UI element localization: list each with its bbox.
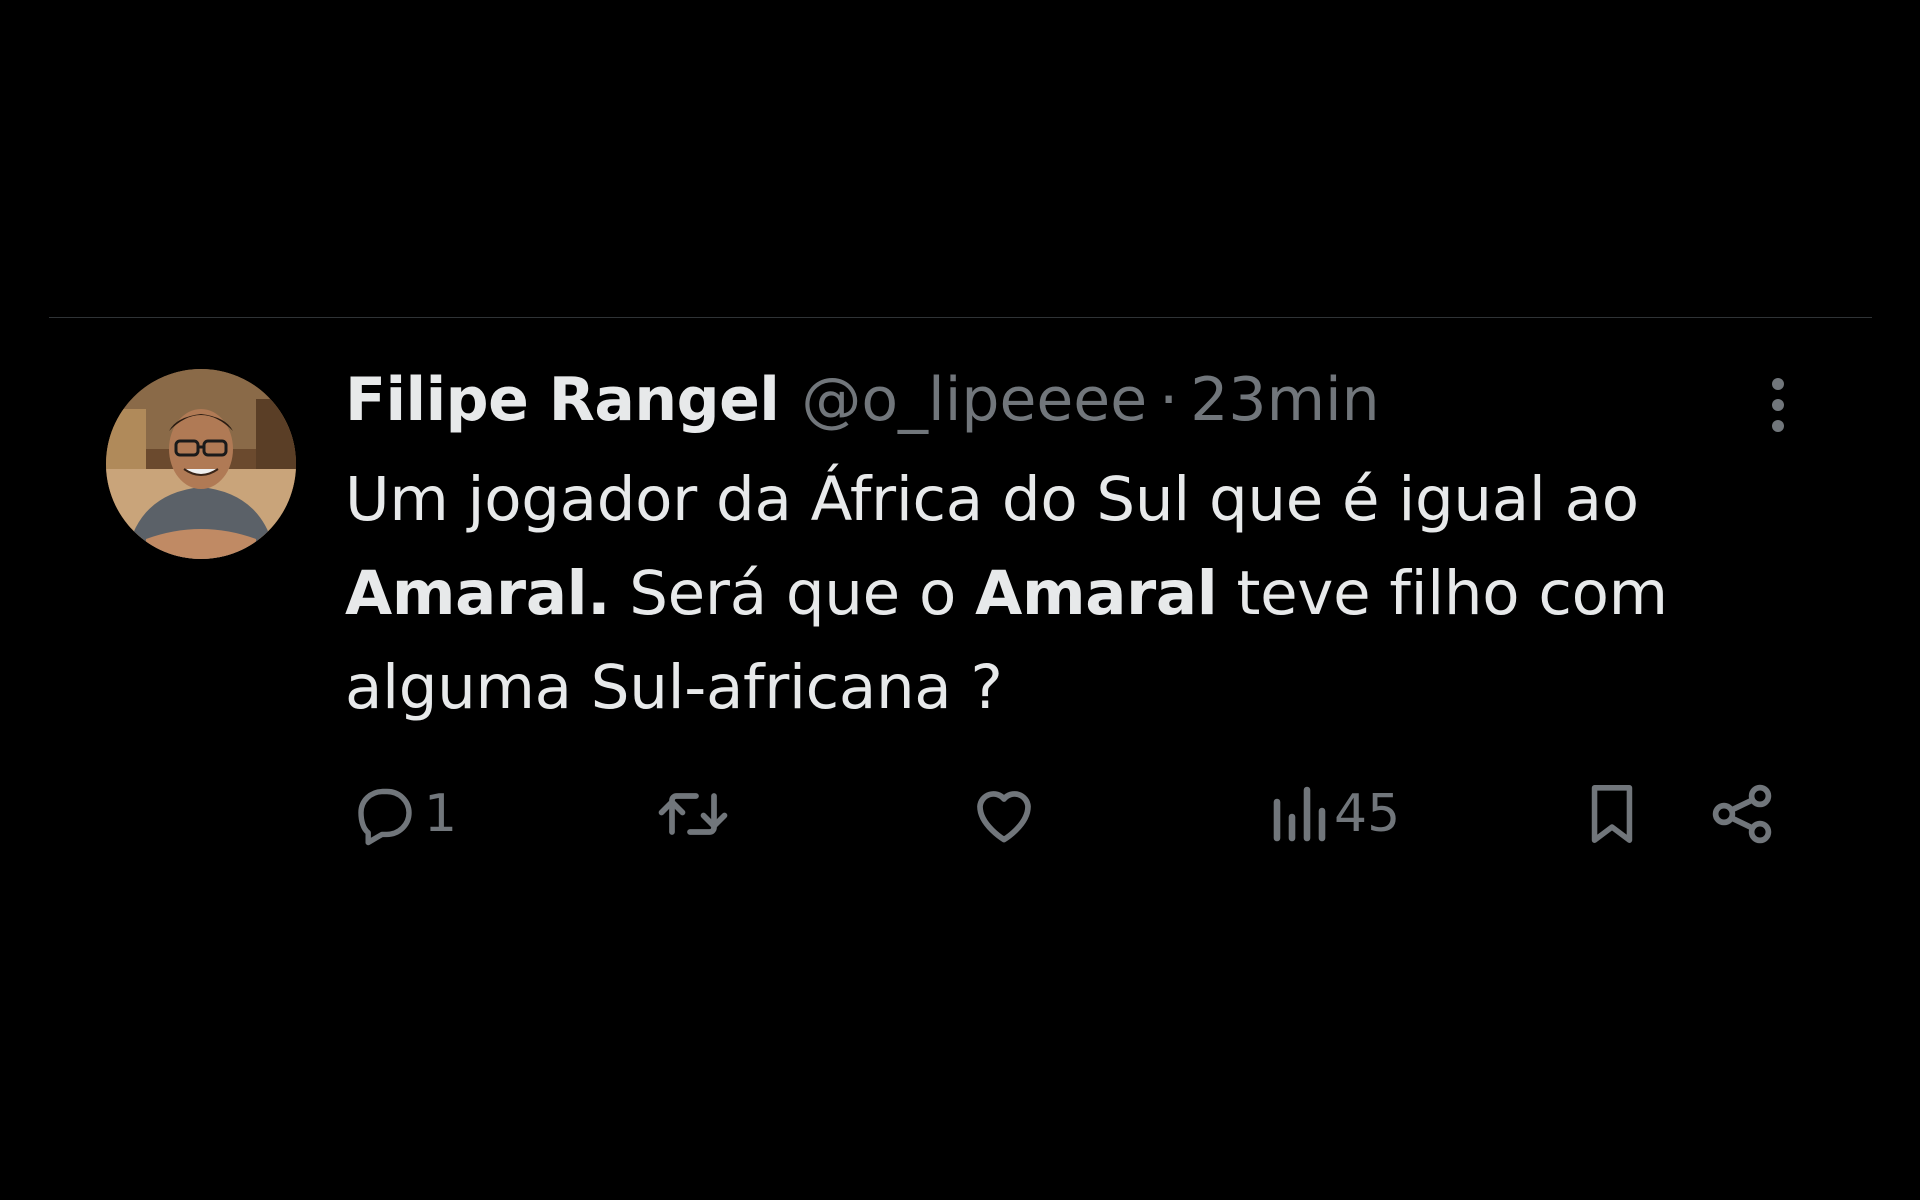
retweet-icon: [658, 793, 728, 835]
retweet-button[interactable]: [653, 778, 733, 850]
more-vertical-icon: [1772, 378, 1784, 390]
bold-text: Amaral: [975, 558, 1218, 629]
heart-icon: [977, 791, 1031, 843]
bookmark-icon: [1591, 785, 1633, 843]
user-handle[interactable]: @o_lipeeee: [801, 360, 1147, 440]
share-button[interactable]: [1706, 778, 1778, 850]
tweet-text-fragment: Será que o: [610, 558, 976, 629]
avatar[interactable]: [106, 369, 296, 559]
bold-text: Amaral.: [345, 558, 611, 629]
share-icon: [1712, 784, 1772, 844]
tweet-screen: Filipe Rangel @o_lipeeee · 23min Um joga…: [0, 0, 1920, 1200]
header-separator: ·: [1159, 365, 1179, 435]
display-name[interactable]: Filipe Rangel: [345, 360, 780, 440]
tweet-text-line: alguma Sul-africana ?: [345, 652, 1003, 723]
more-options-button[interactable]: [1756, 370, 1800, 440]
tweet-text: Um jogador da África do Sul que é igual …: [345, 453, 1795, 735]
views-count: 45: [1334, 784, 1401, 844]
views-button[interactable]: 45: [1268, 778, 1400, 850]
bookmark-button[interactable]: [1580, 778, 1644, 850]
tweet-text-line: Amaral. Será que o Amaral teve filho com: [345, 547, 1795, 641]
reply-bubble-icon: [358, 788, 412, 846]
tweet-timestamp[interactable]: 23min: [1190, 360, 1380, 440]
like-button[interactable]: [968, 778, 1040, 850]
views-bar-chart-icon: [1273, 786, 1326, 842]
divider: [49, 317, 1872, 318]
tweet-text-line: Um jogador da África do Sul que é igual …: [345, 464, 1639, 535]
tweet-text-fragment: teve filho com: [1217, 558, 1668, 629]
reply-button[interactable]: 1: [346, 778, 457, 850]
avatar-photo: [106, 369, 296, 559]
reply-count: 1: [424, 784, 458, 844]
tweet-header: Filipe Rangel @o_lipeeee · 23min: [345, 360, 1380, 440]
